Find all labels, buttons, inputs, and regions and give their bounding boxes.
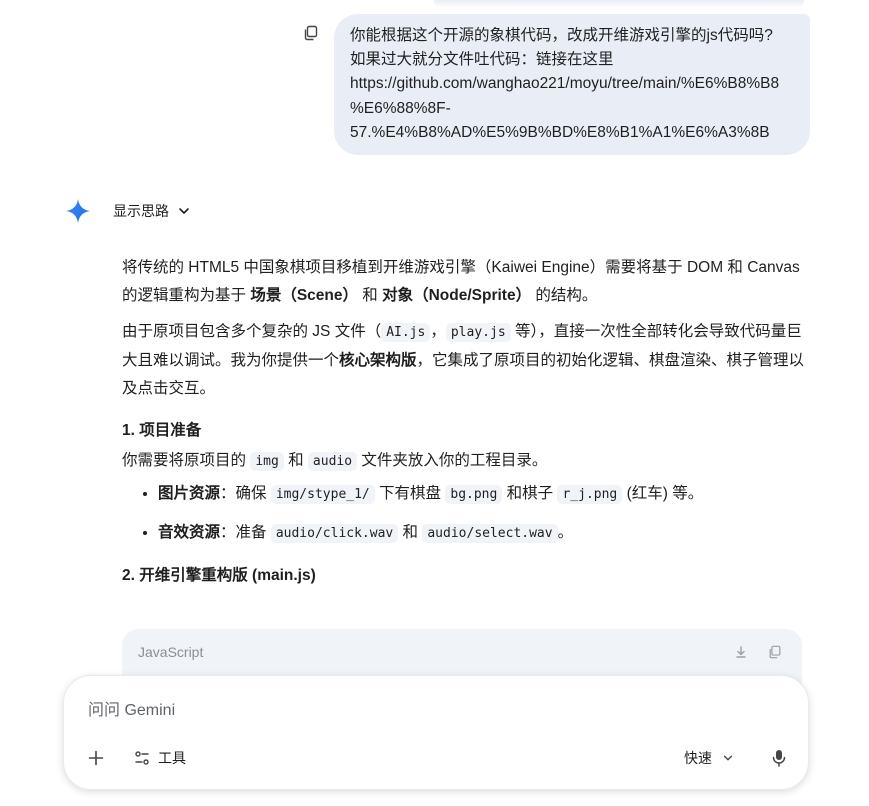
chevron-down-icon	[723, 755, 733, 761]
code-language-label: JavaScript	[138, 644, 204, 660]
model-response: 将传统的 HTML5 中国象棋项目移植到开维游戏引擎（Kaiwei Engine…	[122, 254, 812, 592]
show-thinking-toggle[interactable]: 显示思路	[113, 200, 191, 222]
text-span: 文件夹放入你的工程目录。	[357, 452, 548, 469]
chevron-down-icon	[179, 208, 189, 214]
bullet-label: 图片资源	[158, 485, 221, 502]
tools-button[interactable]: 工具	[134, 746, 186, 770]
download-code-button[interactable]	[734, 645, 748, 659]
inline-code: r_j.png	[557, 485, 623, 504]
user-message-bubble: 你能根据这个开源的象棋代码，改成开维游戏引擎的js代码吗? 如果过大就分文件吐代…	[334, 14, 810, 156]
user-message-line: 57.%E4%B8%AD%E5%9B%BD%E8%B1%A1%E6%A3%8B	[350, 123, 770, 141]
prompt-input-box[interactable]: 问问 Gemini 工具 快速	[63, 675, 809, 790]
show-thinking-label: 显示思路	[113, 203, 169, 219]
user-message-line: %E6%88%8F-	[350, 99, 451, 117]
section-1-text: 你需要将原项目的 img 和 audio 文件夹放入你的工程目录。	[122, 447, 812, 476]
code-block-actions	[734, 645, 782, 659]
inline-code-play-js: play.js	[445, 323, 511, 342]
previous-message-fade	[434, 0, 804, 8]
text-span: 的结构。	[531, 287, 598, 304]
text-span: 和	[283, 452, 308, 469]
copy-icon	[769, 645, 781, 659]
tools-label: 工具	[158, 750, 186, 766]
user-message-line: https://github.com/wanghao221/moyu/tree/…	[350, 75, 780, 93]
list-item-audio: 音效资源：准备 audio/click.wav 和 audio/select.w…	[158, 519, 812, 548]
inline-code-audio: audio	[307, 452, 358, 471]
section-heading-project-setup: 1. 项目准备	[122, 422, 202, 439]
text-span: (红车) 等。	[622, 485, 704, 502]
tools-icon	[135, 751, 149, 765]
bold-scene: 场景（Scene）	[250, 287, 358, 304]
copy-icon	[304, 25, 318, 41]
plus-icon	[88, 750, 104, 766]
bullet-label: 音效资源	[158, 524, 221, 541]
copy-prompt-button[interactable]	[300, 22, 322, 44]
chat-page: 你能根据这个开源的象棋代码，改成开维游戏引擎的js代码吗? 如果过大就分文件吐代…	[0, 0, 869, 806]
text-span: 由于原项目包含多个复杂的 JS 文件（	[122, 323, 382, 340]
text-span: 和棋子	[502, 485, 558, 502]
download-icon	[736, 646, 746, 658]
model-mode-selector[interactable]: 快速	[684, 746, 734, 770]
text-span: 和	[357, 287, 383, 304]
inline-code: audio/click.wav	[270, 524, 399, 543]
response-paragraph-1: 将传统的 HTML5 中国象棋项目移植到开维游戏引擎（Kaiwei Engine…	[122, 254, 812, 310]
gemini-sparkle-icon	[66, 199, 90, 223]
text-span: ：准备	[220, 524, 271, 541]
bold-core-version: 核心架构版	[339, 352, 417, 369]
mode-label: 快速	[684, 750, 712, 766]
user-message-line: 如果过大就分文件吐代码：链接在这里	[350, 51, 614, 69]
inline-code: audio/select.wav	[422, 524, 558, 543]
inline-code-img: img	[250, 452, 284, 471]
microphone-button[interactable]	[767, 746, 791, 770]
add-attachment-button[interactable]	[84, 746, 108, 770]
inline-code: bg.png	[445, 485, 503, 504]
text-span: ，	[430, 323, 446, 340]
prompt-input-placeholder[interactable]: 问问 Gemini	[88, 696, 175, 720]
response-paragraph-2: 由于原项目包含多个复杂的 JS 文件（ AI.js， play.js 等），直接一次…	[122, 318, 812, 403]
text-span: 和	[398, 524, 423, 541]
text-span: ：确保	[220, 485, 271, 502]
user-message-line: 你能根据这个开源的象棋代码，改成开维游戏引擎的js代码吗?	[350, 27, 773, 44]
bold-node-sprite: 对象（Node/Sprite）	[382, 287, 532, 304]
text-span: 。	[557, 524, 574, 541]
resource-list: 图片资源：确保 img/stype_1/ 下有棋盘 bg.png 和棋子 r_j…	[122, 480, 812, 548]
copy-code-button[interactable]	[768, 645, 782, 659]
text-span: 你需要将原项目的	[122, 452, 251, 469]
text-span: 下有棋盘	[374, 485, 446, 502]
inline-code-ai-js: AI.js	[381, 323, 431, 342]
section-heading-refactor: 2. 开维引擎重构版 (main.js)	[122, 567, 316, 584]
list-item-images: 图片资源：确保 img/stype_1/ 下有棋盘 bg.png 和棋子 r_j…	[158, 480, 812, 509]
inline-code: img/stype_1/	[270, 485, 375, 504]
microphone-icon	[772, 750, 786, 767]
